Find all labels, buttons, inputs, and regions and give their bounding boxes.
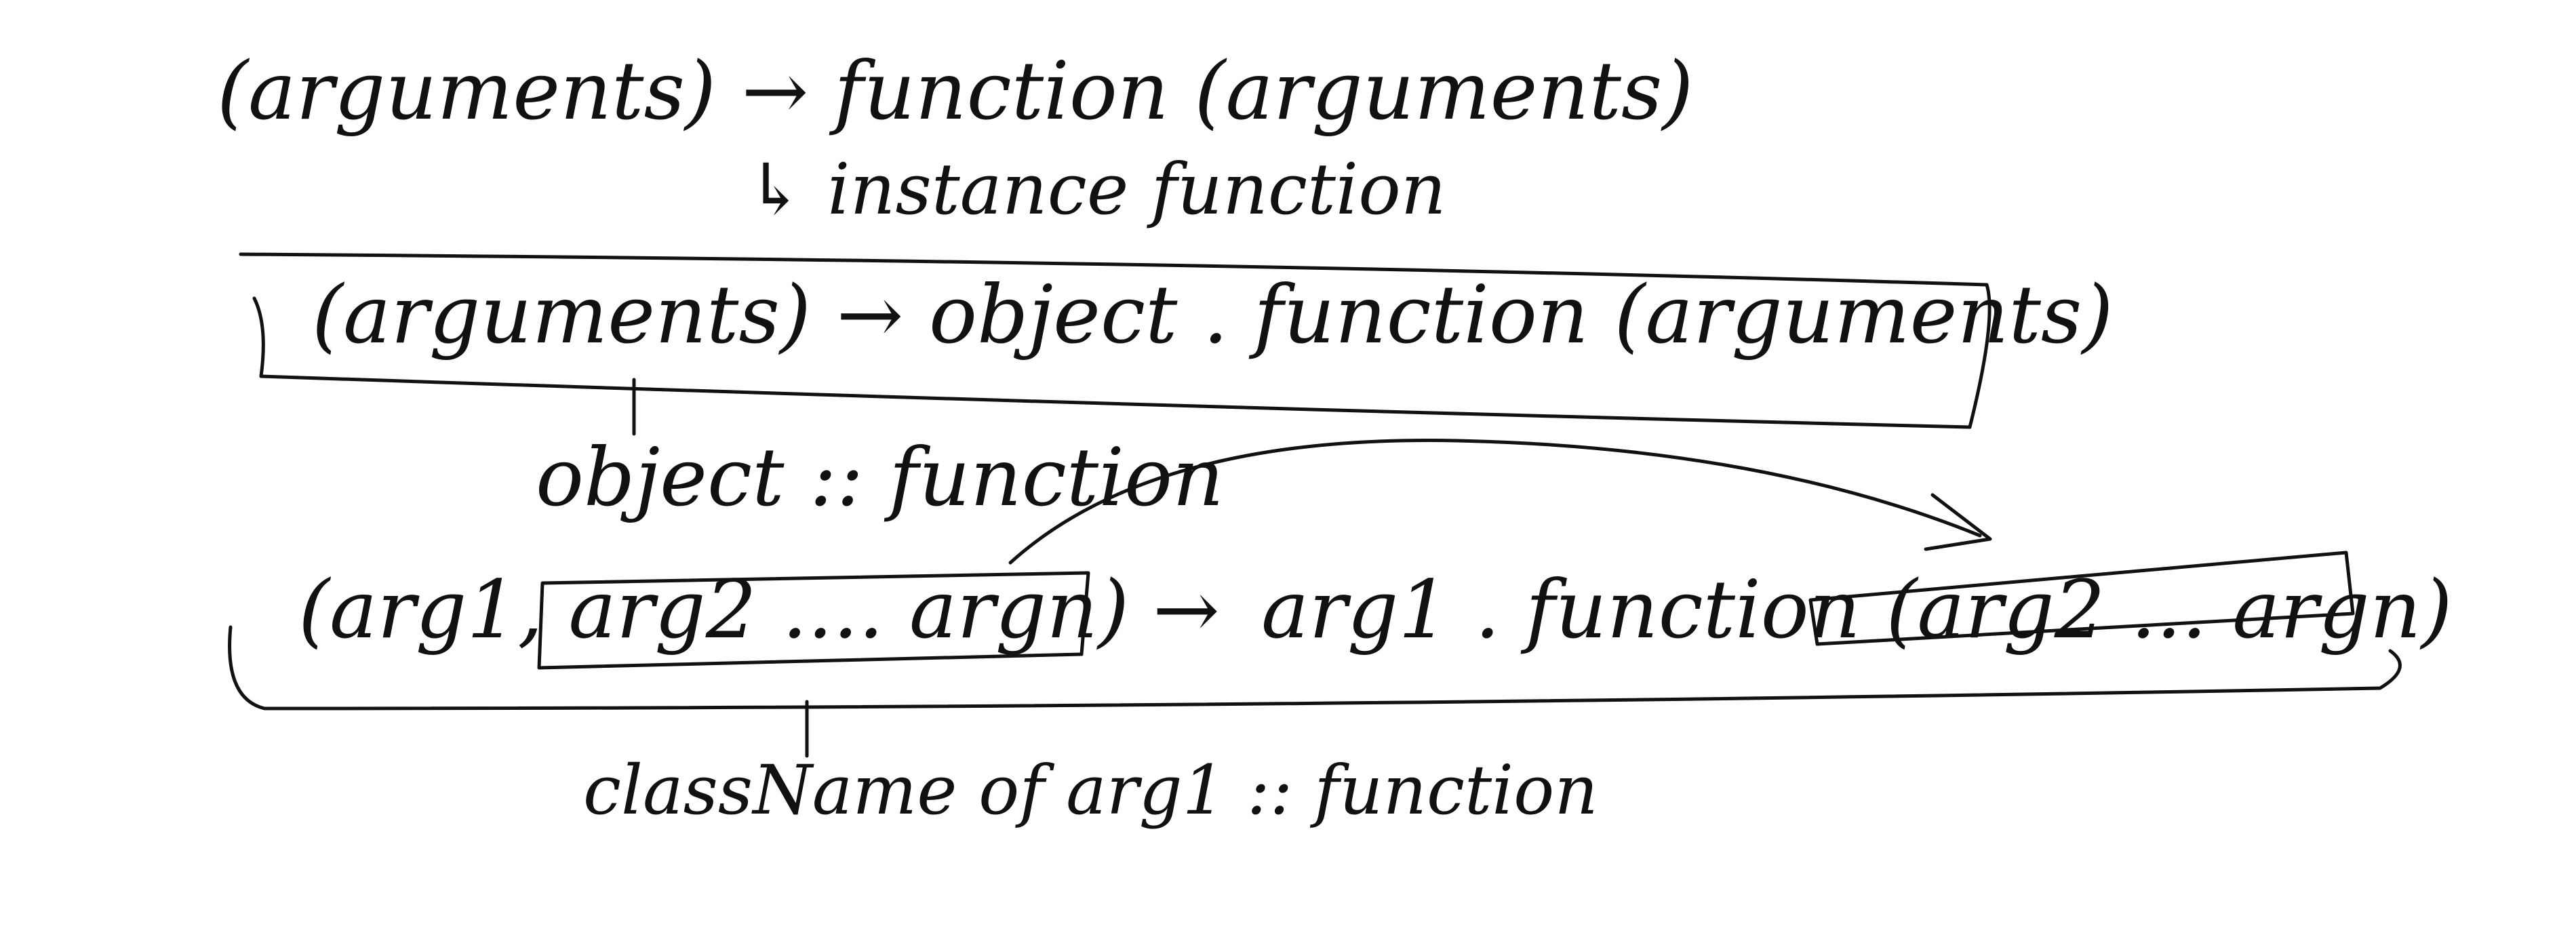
multi-arg-right: arg1 . function (arg2 ... argn)	[1261, 563, 2453, 656]
instance-function-note: ↳ instance function	[746, 148, 1446, 231]
static-function-mapping: (arguments) → function (arguments)	[217, 44, 1693, 138]
whiteboard-canvas: (arguments) → function (arguments) ↳ ins…	[217, 44, 2453, 830]
multi-arg-arrow: →	[1153, 563, 1220, 656]
instance-function-mapping: (arguments) → object . function (argumen…	[312, 268, 2114, 361]
multi-arg-left: (arg1, arg2 .... argn)	[298, 563, 1129, 656]
classname-function-note: className of arg1 :: function	[583, 751, 1598, 830]
object-function-note: object :: function	[536, 431, 1224, 524]
curved-arrow-head	[1924, 493, 1992, 551]
